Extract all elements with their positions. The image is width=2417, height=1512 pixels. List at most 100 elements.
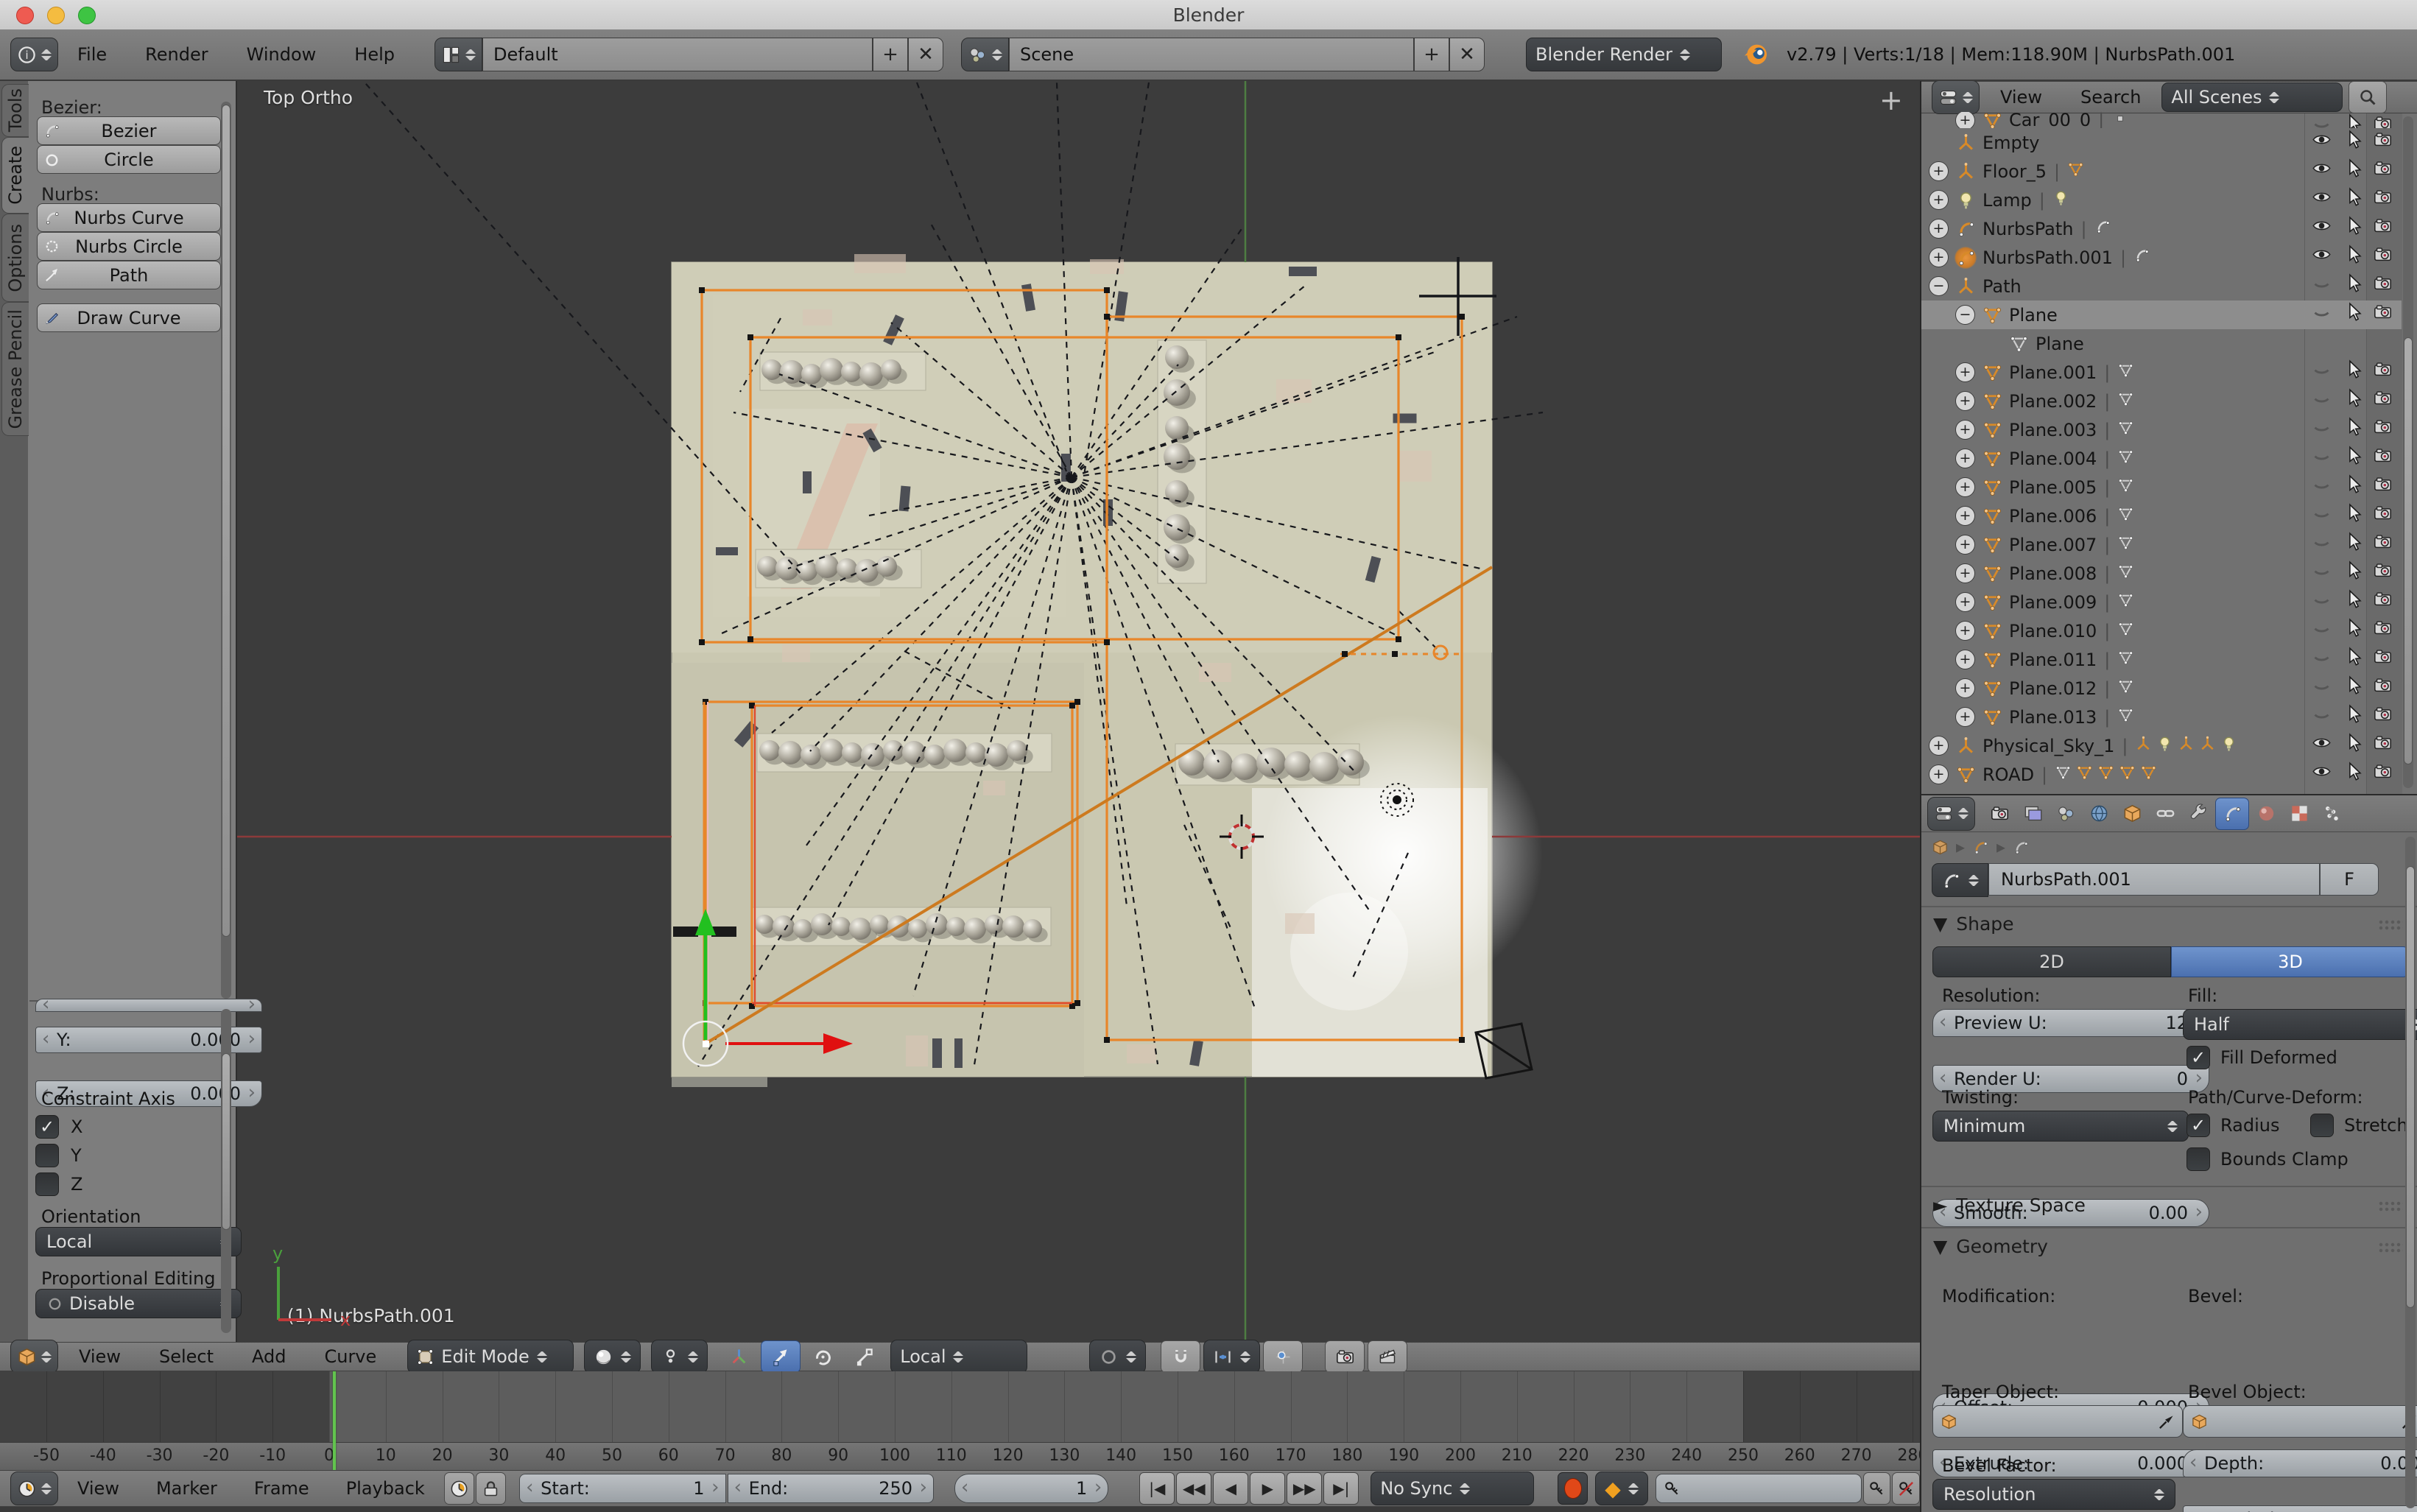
mode-select[interactable]: Edit Mode <box>407 1340 574 1374</box>
object-name[interactable]: Plane.009 <box>2009 592 2097 613</box>
timeline-menu-view[interactable]: View <box>60 1478 137 1499</box>
rotate-manipulator-button[interactable] <box>803 1341 842 1372</box>
visibility-off-icon[interactable] <box>2312 647 2337 672</box>
object-name[interactable]: Plane <box>2009 305 2058 326</box>
fake-user-button[interactable]: F <box>2320 863 2379 896</box>
info-editor-selector[interactable] <box>10 38 58 71</box>
object-name[interactable]: Plane <box>2036 334 2084 354</box>
outliner-row[interactable]: +Plane.011| <box>1921 645 2402 674</box>
visibility-off-icon[interactable] <box>2312 675 2337 700</box>
outliner-row[interactable]: +Plane.010| <box>1921 616 2402 645</box>
visibility-off-icon[interactable] <box>2312 618 2337 643</box>
use-preview-range-toggle[interactable] <box>444 1472 474 1505</box>
fill-deformed-checkbox[interactable]: ✓Fill Deformed <box>2186 1046 2337 1069</box>
renderable-camera-icon[interactable] <box>2373 158 2398 183</box>
scene-name[interactable]: Scene <box>1009 38 1414 71</box>
outliner-editor-selector[interactable] <box>1932 81 1980 114</box>
outliner-row[interactable]: +Physical_Sky_1| <box>1921 731 2402 760</box>
object-name[interactable]: Plane.008 <box>2009 563 2097 584</box>
selectable-cursor-icon[interactable] <box>2344 245 2369 270</box>
renderable-camera-icon[interactable] <box>2373 388 2398 413</box>
frame-start-field[interactable]: Start:1 <box>519 1474 725 1503</box>
renderable-camera-icon[interactable] <box>2373 474 2398 499</box>
object-name[interactable]: Floor_5 <box>1982 161 2047 182</box>
visibility-off-icon[interactable] <box>2312 474 2337 499</box>
visibility-off-icon[interactable] <box>2312 113 2337 128</box>
radius-checkbox[interactable]: ✓Radius <box>2186 1114 2279 1137</box>
selectable-cursor-icon[interactable] <box>2344 302 2369 327</box>
expander-icon[interactable]: + <box>1955 449 1975 468</box>
object-name[interactable]: Plane.006 <box>2009 506 2097 527</box>
add-layout-button[interactable]: + <box>873 38 908 71</box>
timeline-ruler[interactable]: -50-40-30-20-100102030405060708090100110… <box>0 1442 1920 1471</box>
scale-manipulator-button[interactable] <box>845 1341 883 1372</box>
selectable-cursor-icon[interactable] <box>2344 417 2369 442</box>
expander-icon[interactable]: + <box>1955 592 1975 612</box>
renderable-camera-icon[interactable] <box>2373 733 2398 758</box>
stretch-checkbox[interactable]: Stretch <box>2310 1114 2408 1137</box>
bezier-button[interactable]: Bezier <box>37 116 221 145</box>
object-name[interactable]: Car_00_0 <box>2009 112 2091 128</box>
visibility-off-icon[interactable] <box>2312 589 2337 614</box>
path-button[interactable]: Path <box>37 261 221 289</box>
snap-element-select[interactable] <box>1203 1340 1260 1374</box>
visibility-off-icon[interactable] <box>2312 417 2337 442</box>
properties-editor-selector[interactable] <box>1927 797 1975 831</box>
tab-object[interactable] <box>2116 798 2148 829</box>
open-properties-region-icon[interactable]: + <box>1879 84 1903 116</box>
constraint-x[interactable]: ✓X <box>35 1115 82 1139</box>
outliner-row[interactable]: +Plane.007| <box>1921 530 2402 559</box>
renderable-camera-icon[interactable] <box>2373 187 2398 212</box>
expander-icon[interactable]: + <box>1955 477 1975 497</box>
timeline-menu-marker[interactable]: Marker <box>138 1478 235 1499</box>
outliner-scrollbar[interactable] <box>2403 116 2413 788</box>
visibility-off-icon[interactable] <box>2312 704 2337 729</box>
selectable-cursor-icon[interactable] <box>2344 733 2369 758</box>
renderable-camera-icon[interactable] <box>2373 675 2398 700</box>
expander-icon[interactable]: + <box>1955 621 1975 641</box>
renderable-camera-icon[interactable] <box>2373 503 2398 528</box>
opengl-render-anim-button[interactable] <box>1368 1340 1407 1373</box>
2d-button[interactable]: 2D <box>1932 946 2171 977</box>
outliner-menu-view[interactable]: View <box>1982 87 2060 108</box>
outliner-row[interactable]: +NurbsPath| <box>1921 214 2402 243</box>
constraint-z[interactable]: Z <box>35 1172 82 1196</box>
selectable-cursor-icon[interactable] <box>2344 618 2369 643</box>
bounds-clamp-checkbox[interactable]: Bounds Clamp <box>2186 1147 2349 1171</box>
viewport-menu-view[interactable]: View <box>61 1346 138 1367</box>
object-name[interactable]: NurbsPath <box>1982 219 2074 239</box>
tab-tools[interactable]: Tools <box>1 84 29 137</box>
proportional-edit-select[interactable] <box>1089 1340 1146 1374</box>
object-name[interactable]: Plane.012 <box>2009 678 2097 699</box>
3d-button[interactable]: 3D <box>2171 946 2410 977</box>
expander-icon[interactable]: + <box>1955 707 1975 727</box>
menu-render[interactable]: Render <box>126 44 227 65</box>
frame-end-field[interactable]: End:250 <box>728 1474 934 1503</box>
tool-shelf-scrollbar[interactable] <box>221 102 231 999</box>
renderable-camera-icon[interactable] <box>2373 245 2398 270</box>
visibility-off-icon[interactable] <box>2312 560 2337 586</box>
record-button[interactable] <box>1558 1472 1588 1505</box>
viewport-canvas[interactable] <box>236 81 1920 1342</box>
search-icon[interactable] <box>2349 81 2387 113</box>
selectable-cursor-icon[interactable] <box>2344 532 2369 557</box>
delete-scene-button[interactable]: ✕ <box>1449 38 1485 71</box>
renderable-camera-icon[interactable] <box>2373 113 2398 128</box>
expander-icon[interactable]: + <box>1929 219 1949 239</box>
selectable-cursor-icon[interactable] <box>2344 113 2369 128</box>
renderable-camera-icon[interactable] <box>2373 359 2398 384</box>
circle-button[interactable]: Circle <box>37 145 221 174</box>
selectable-cursor-icon[interactable] <box>2344 675 2369 700</box>
titlebar[interactable]: Blender <box>0 0 2417 30</box>
visibility-eye-icon[interactable] <box>2312 158 2337 183</box>
object-name[interactable]: Plane.013 <box>2009 707 2097 728</box>
renderable-camera-icon[interactable] <box>2373 273 2398 298</box>
sync-mode-select[interactable]: No Sync <box>1371 1471 1534 1505</box>
fill-mode-select[interactable]: Half <box>2183 1009 2417 1040</box>
render-engine-select[interactable]: Blender Render <box>1526 38 1722 71</box>
redo-panel-scrollbar[interactable] <box>221 1009 231 1333</box>
insert-keyframe-button[interactable] <box>1863 1472 1891 1505</box>
selectable-cursor-icon[interactable] <box>2344 704 2369 729</box>
visibility-off-icon[interactable] <box>2312 302 2337 327</box>
renderable-camera-icon[interactable] <box>2373 618 2398 643</box>
